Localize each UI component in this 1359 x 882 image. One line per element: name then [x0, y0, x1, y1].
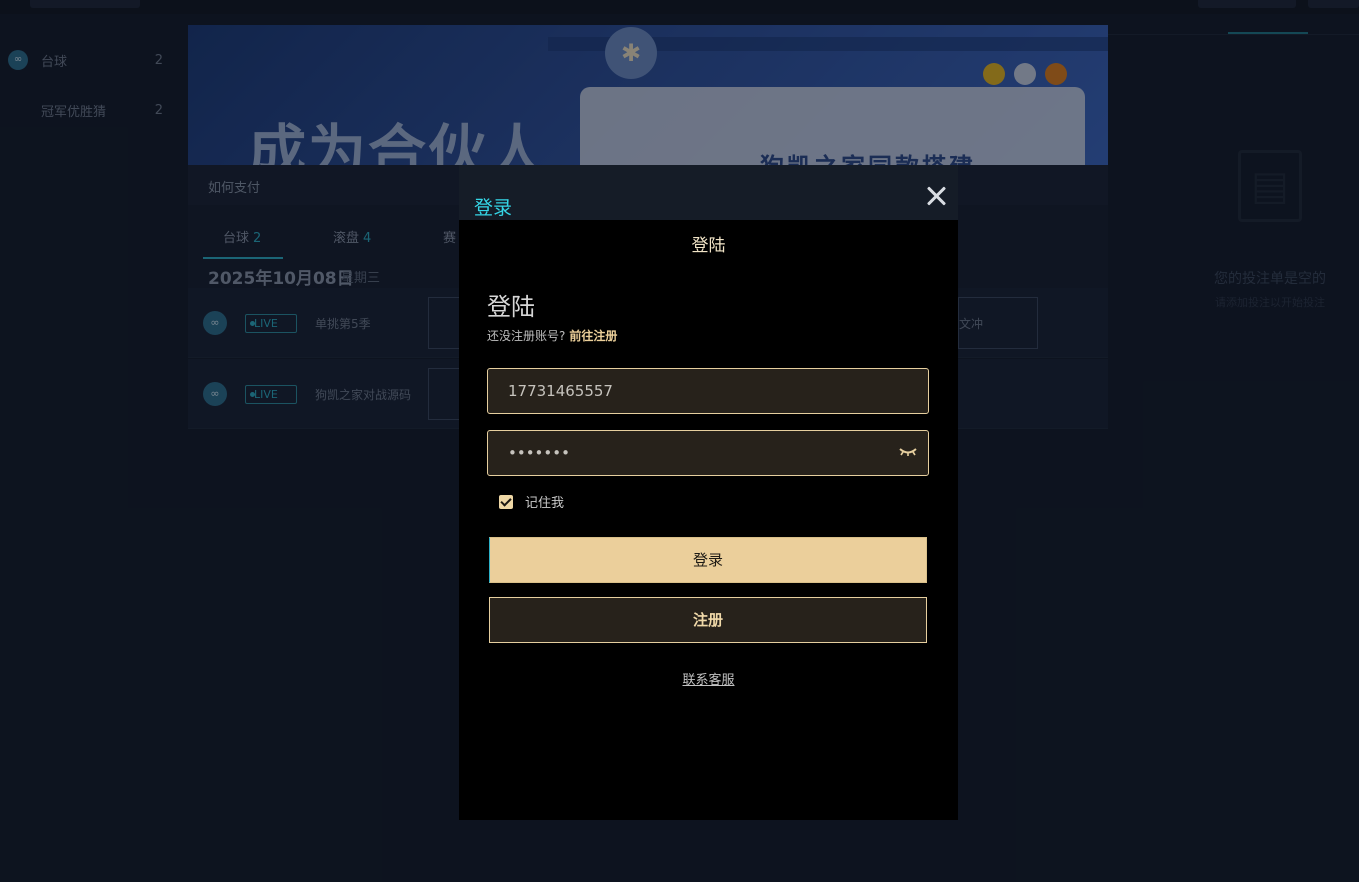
password-field[interactable]	[487, 430, 929, 476]
login-heading: 登陆	[487, 293, 535, 321]
register-prompt: 还没注册账号? 前往注册	[487, 327, 617, 344]
remember-checkbox[interactable]	[499, 494, 513, 509]
register-link[interactable]: 前往注册	[569, 329, 617, 343]
login-frame-title: 登陆	[691, 236, 726, 256]
login-button[interactable]: 登录	[489, 537, 927, 583]
phone-field[interactable]	[487, 368, 929, 414]
remember-me[interactable]: 记住我	[487, 492, 564, 511]
contact-support-link[interactable]: 联系客服	[459, 669, 958, 688]
modal-header: 登录	[459, 165, 958, 220]
register-button[interactable]: 注册	[489, 597, 927, 643]
password-input[interactable]	[488, 431, 928, 475]
phone-input[interactable]	[488, 369, 928, 413]
eye-closed-icon[interactable]	[898, 445, 918, 459]
login-modal: 登录 登陆 登陆 还没注册账号?前往注册 记住我 登录 注册 联系客服	[459, 165, 958, 820]
close-icon[interactable]	[923, 183, 949, 209]
modal-title: 登录	[474, 197, 513, 219]
remember-label: 记住我	[525, 496, 565, 511]
register-prompt-text: 还没注册账号?	[487, 329, 566, 343]
